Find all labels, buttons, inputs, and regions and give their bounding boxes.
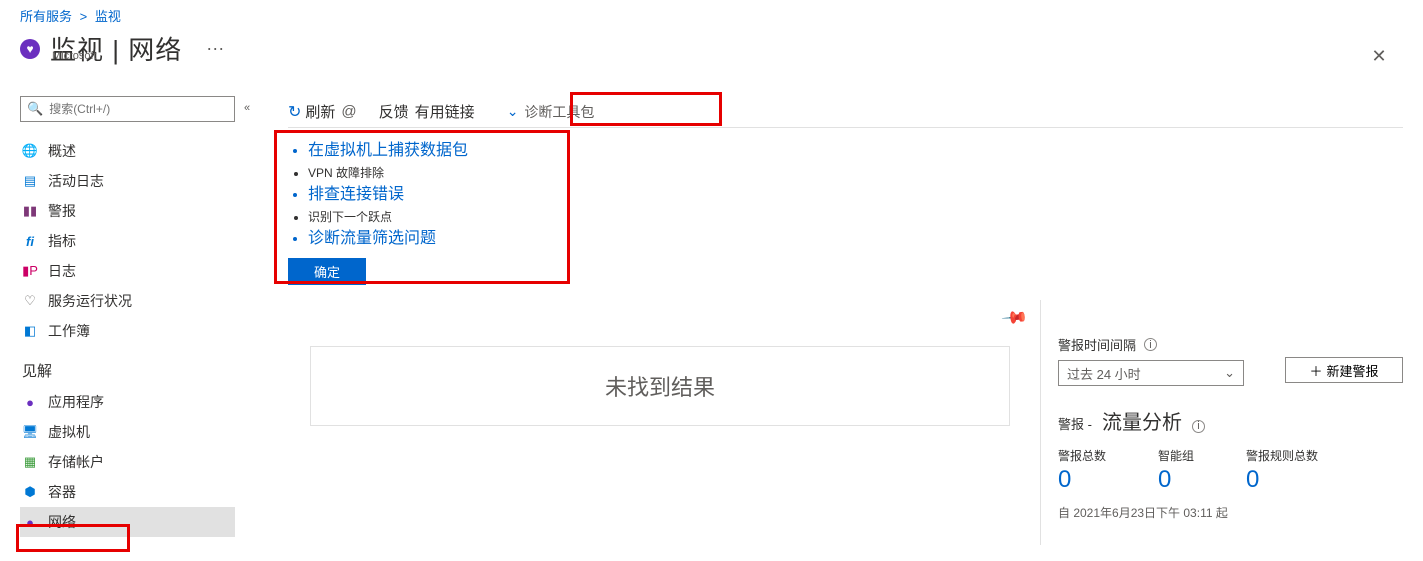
- alert-icon: ▮▮: [22, 203, 38, 219]
- info-icon[interactable]: i: [1144, 338, 1157, 351]
- refresh-icon: ↻: [288, 102, 301, 122]
- nav: 🌐 概述 ▤ 活动日志 ▮▮ 警报 fi 指标 ▮P 日志 ♡ 服务运行状况 ◧ 工作簿 见解…: [20, 136, 235, 537]
- search-icon: 🔍: [27, 101, 43, 117]
- alerts-title: 流量分析: [1102, 406, 1182, 435]
- nav-overview[interactable]: 🌐 概述: [20, 136, 235, 166]
- count-value[interactable]: 0: [1158, 466, 1194, 494]
- nav-label: 概述: [48, 141, 76, 161]
- nav-network[interactable]: ● 网络: [20, 507, 235, 537]
- app-icon: ●: [22, 394, 38, 410]
- no-results-card: 未找到结果: [310, 346, 1010, 426]
- nav-alerts[interactable]: ▮▮ 警报: [20, 196, 235, 226]
- network-icon: ●: [22, 514, 38, 530]
- close-button[interactable]: ✕: [1367, 44, 1391, 68]
- search-box[interactable]: 🔍: [20, 96, 235, 122]
- page-title-row: ♥ 监视 | 网络 ··· ✕: [20, 30, 1403, 67]
- new-alert-button[interactable]: ＋ 新建警报: [1285, 357, 1403, 383]
- new-alert-label: 新建警报: [1327, 361, 1379, 380]
- nav-label: 日志: [48, 261, 76, 281]
- nav-label: 服务运行状况: [48, 291, 132, 311]
- collapse-sidebar-button[interactable]: «: [244, 102, 250, 114]
- plus-icon: ＋: [1309, 361, 1322, 380]
- nav-label: 应用程序: [48, 392, 104, 412]
- sidebar: 🔍 🌐 概述 ▤ 活动日志 ▮▮ 警报 fi 指标 ▮P 日志 ♡ 服务运行状况 ◧ 工作簿 …: [20, 96, 235, 537]
- nav-label: 警报: [48, 201, 76, 221]
- breadcrumb-current[interactable]: 监视: [95, 9, 121, 24]
- nav-label: 网络: [48, 512, 76, 532]
- at-symbol: @: [341, 103, 356, 120]
- storage-icon: ▦: [22, 454, 38, 470]
- since-label: 自 2021年6月23日下午 03:11 起: [1058, 504, 1403, 521]
- diagnostics-panel: 在虚拟机上捕获数据包 VPN 故障排除 排查连接错误 识别下一个跃点 诊断流量筛…: [282, 134, 564, 291]
- alerts-prefix: 警报 -: [1058, 414, 1092, 433]
- feedback-button[interactable]: 反馈: [379, 101, 409, 122]
- time-select-value: 过去 24 小时: [1067, 364, 1141, 383]
- metrics-icon: fi: [22, 233, 38, 249]
- breadcrumb-root[interactable]: 所有服务: [20, 9, 72, 24]
- nav-metrics[interactable]: fi 指标: [20, 226, 235, 256]
- refresh-button[interactable]: ↻ 刷新: [288, 101, 335, 122]
- containers-icon: ⬢: [22, 484, 38, 500]
- interval-label: 警报时间间隔: [1058, 335, 1136, 354]
- useful-links-button[interactable]: 有用链接: [415, 101, 475, 122]
- diag-conn-errors[interactable]: 排查连接错误: [308, 184, 564, 206]
- breadcrumb-sep: >: [80, 9, 88, 24]
- diag-next-hop[interactable]: 识别下一个跃点: [308, 206, 564, 228]
- diag-capture-packets[interactable]: 在虚拟机上捕获数据包: [308, 140, 564, 162]
- nav-storage[interactable]: ▦ 存储帐户: [20, 447, 235, 477]
- count-alert-rules[interactable]: 警报规则总数 0: [1246, 447, 1318, 494]
- count-label: 警报总数: [1058, 447, 1106, 464]
- nav-applications[interactable]: ● 应用程序: [20, 387, 235, 417]
- time-range-select[interactable]: 过去 24 小时 ⌄: [1058, 360, 1244, 386]
- nav-activity-log[interactable]: ▤ 活动日志: [20, 166, 235, 196]
- nav-label: 虚拟机: [48, 422, 90, 442]
- count-value[interactable]: 0: [1058, 466, 1106, 494]
- nav-label: 工作簿: [48, 321, 90, 341]
- count-smart-groups[interactable]: 智能组 0: [1158, 447, 1194, 494]
- org-label: Microsoft: [52, 50, 97, 62]
- health-icon: ♡: [22, 293, 38, 309]
- nav-label: 存储帐户: [48, 452, 104, 472]
- refresh-label: 刷新: [305, 101, 335, 122]
- search-input[interactable]: [49, 102, 228, 116]
- count-value[interactable]: 0: [1246, 466, 1318, 494]
- monitor-icon: ♥: [20, 39, 40, 59]
- alerts-panel: 警报时间间隔 i 过去 24 小时 ⌄ ＋ 新建警报 警报 - 流量分析 i 警…: [1058, 335, 1403, 521]
- nav-workbooks[interactable]: ◧ 工作簿: [20, 316, 235, 346]
- diag-label: 诊断工具包: [524, 102, 594, 122]
- main-content: 未找到结果: [310, 300, 1010, 426]
- count-label: 智能组: [1158, 447, 1194, 464]
- nav-label: 指标: [48, 231, 76, 251]
- more-button[interactable]: ···: [206, 38, 224, 59]
- workbook-icon: ◧: [22, 323, 38, 339]
- count-total-alerts[interactable]: 警报总数 0: [1058, 447, 1106, 494]
- ok-button[interactable]: 确定: [288, 258, 366, 285]
- diag-traffic-filter[interactable]: 诊断流量筛选问题: [308, 228, 564, 250]
- vm-icon: 🖥: [22, 424, 38, 440]
- nav-section-insights: 见解: [22, 360, 235, 381]
- log-icon: ▤: [22, 173, 38, 189]
- diag-vpn-troubleshoot[interactable]: VPN 故障排除: [308, 162, 564, 184]
- count-label: 警报规则总数: [1246, 447, 1318, 464]
- nav-label: 活动日志: [48, 171, 104, 191]
- nav-logs[interactable]: ▮P 日志: [20, 256, 235, 286]
- info-icon[interactable]: i: [1192, 420, 1205, 433]
- nav-service-health[interactable]: ♡ 服务运行状况: [20, 286, 235, 316]
- toolbar: ↻ 刷新 @ 反馈 有用链接 ⌄ 诊断工具包: [288, 100, 1403, 128]
- nav-containers[interactable]: ⬢ 容器: [20, 477, 235, 507]
- nav-vm[interactable]: 🖥 虚拟机: [20, 417, 235, 447]
- logs-icon: ▮P: [22, 263, 38, 279]
- breadcrumb[interactable]: 所有服务 > 监视: [20, 6, 121, 25]
- diagnostics-toolkit-button[interactable]: ⌄ 诊断工具包: [499, 100, 603, 124]
- chevron-down-icon: ⌄: [507, 103, 519, 120]
- nav-label: 容器: [48, 482, 76, 502]
- alert-counts: 警报总数 0 智能组 0 警报规则总数 0: [1058, 447, 1403, 494]
- divider: [1040, 300, 1041, 545]
- globe-icon: 🌐: [22, 143, 38, 159]
- chevron-down-icon: ⌄: [1224, 365, 1235, 381]
